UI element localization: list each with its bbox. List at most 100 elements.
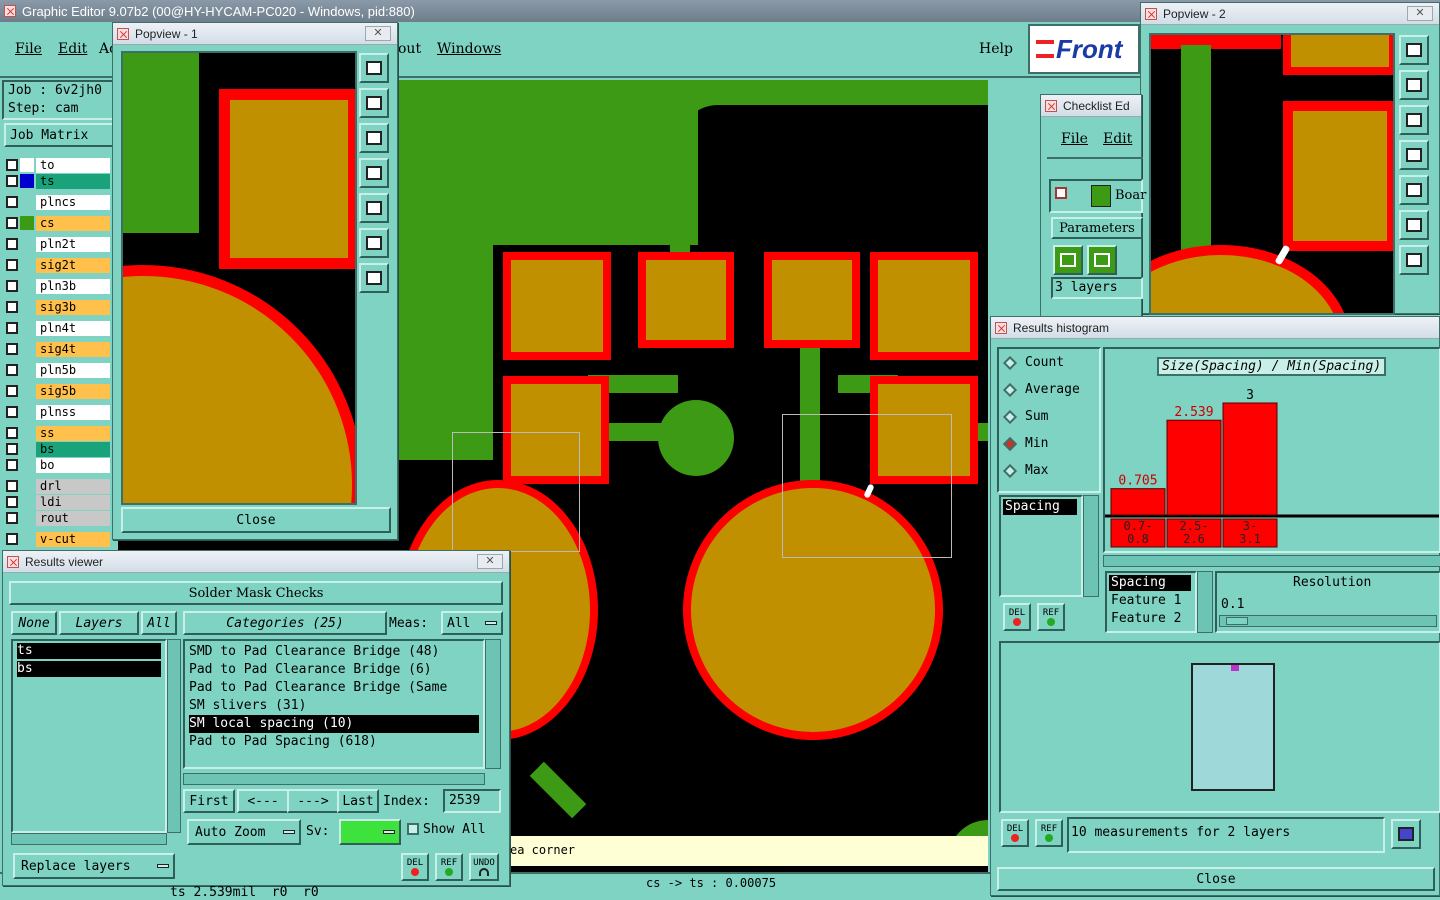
layer-row-pln2t[interactable]: pln2t [6, 236, 110, 252]
layer-name[interactable]: sig2t [36, 257, 110, 273]
layer-name[interactable]: sig4t [36, 341, 110, 357]
layer-result-list[interactable]: ts bs [11, 639, 167, 833]
layer-row-to[interactable]: to [6, 157, 110, 173]
layer-name[interactable]: pln2t [36, 236, 110, 252]
layer-color-swatch[interactable] [20, 495, 34, 509]
layer-color-swatch[interactable] [20, 216, 34, 230]
layer-row-cs[interactable]: cs [6, 215, 110, 231]
category-item[interactable]: Pad to Pad Spacing (618) [189, 733, 479, 751]
undo-button[interactable]: UNDO [469, 853, 499, 881]
layer-row-rout[interactable]: rout [6, 510, 110, 526]
layer-row-pln4t[interactable]: pln4t [6, 320, 110, 336]
result-layer-item[interactable]: bs [17, 661, 161, 677]
layer-result-vscroll[interactable] [167, 639, 181, 833]
layer-color-swatch[interactable] [20, 300, 34, 314]
field-item[interactable]: Feature 2 [1109, 611, 1191, 627]
menu-edit[interactable]: Edit [58, 41, 87, 57]
category-item[interactable]: SM local spacing (10) [189, 715, 479, 733]
filter-none-button[interactable]: None [11, 611, 57, 635]
layer-checkbox[interactable] [6, 322, 18, 334]
layer-name[interactable]: pln3b [36, 278, 110, 294]
layer-row-plnss[interactable]: plnss [6, 404, 110, 420]
layer-checkbox[interactable] [6, 480, 18, 492]
layer-checkbox[interactable] [6, 301, 18, 313]
histogram-bar[interactable] [1166, 419, 1222, 516]
result-layer-item[interactable]: ts [17, 643, 161, 659]
layer-name[interactable]: cs [36, 215, 110, 231]
layer-name[interactable]: pln5b [36, 362, 110, 378]
del-button[interactable]: DEL [401, 853, 429, 881]
popview-tool-3[interactable] [359, 123, 389, 153]
popview-tool-6[interactable] [359, 228, 389, 258]
layer-color-swatch[interactable] [20, 384, 34, 398]
ref-button[interactable]: REF [1037, 603, 1065, 631]
popview-1-close-button[interactable]: Close [121, 507, 391, 533]
layer-color-swatch[interactable] [20, 363, 34, 377]
layer-color-swatch[interactable] [20, 174, 34, 188]
popview-tool-1[interactable] [359, 53, 389, 83]
layer-name[interactable]: bs [36, 441, 110, 457]
mode-radio-sum[interactable]: Sum [1002, 409, 1048, 424]
popview-1-canvas[interactable] [121, 51, 357, 505]
action-icon-2[interactable] [1087, 245, 1117, 275]
layer-checkbox[interactable] [6, 280, 18, 292]
category-vscroll[interactable] [485, 639, 501, 769]
category-item[interactable]: SM slivers (31) [189, 697, 479, 715]
field-item[interactable]: Feature 1 [1109, 593, 1191, 609]
layer-checkbox[interactable] [6, 175, 18, 187]
layer-name[interactable]: plncs [36, 194, 110, 210]
layer-checkbox[interactable] [6, 259, 18, 271]
layer-color-swatch[interactable] [20, 532, 34, 546]
layer-name[interactable]: rout [36, 510, 110, 526]
del-button[interactable]: DEL [1001, 819, 1029, 847]
popview-tool-7[interactable] [359, 263, 389, 293]
layer-row-pln5b[interactable]: pln5b [6, 362, 110, 378]
layer-color-swatch[interactable] [20, 237, 34, 251]
layer-name[interactable]: drl [36, 478, 110, 494]
checklist-parameters-button[interactable]: Parameters [1051, 217, 1143, 239]
ref-button[interactable]: REF [1035, 819, 1063, 847]
layer-color-swatch[interactable] [20, 342, 34, 356]
checklist-menu-edit[interactable]: Edit [1103, 131, 1132, 147]
chart-hscroll[interactable] [1103, 555, 1440, 567]
popview-tool-2[interactable] [1399, 70, 1429, 100]
popview-tool-6[interactable] [1399, 210, 1429, 240]
histogram-close-button[interactable]: Close [997, 867, 1435, 891]
layer-row-v-cut[interactable]: v-cut [6, 531, 110, 547]
mode-radio-max[interactable]: Max [1002, 463, 1048, 478]
popview-2-canvas[interactable] [1149, 33, 1395, 315]
layer-row-plncs[interactable]: plncs [6, 194, 110, 210]
category-item[interactable]: SMD to Pad Clearance Bridge (48) [189, 643, 479, 661]
close-icon[interactable]: ✕ [477, 554, 503, 569]
del-button[interactable]: DEL [1003, 603, 1031, 631]
layer-color-swatch[interactable] [20, 405, 34, 419]
first-button[interactable]: First [183, 789, 235, 813]
menu-windows[interactable]: Windows [437, 41, 501, 57]
layer-result-hscroll[interactable] [11, 833, 167, 845]
popview-tool-3[interactable] [1399, 105, 1429, 135]
layer-color-swatch[interactable] [20, 321, 34, 335]
popview-tool-4[interactable] [359, 158, 389, 188]
layer-checkbox[interactable] [6, 159, 18, 171]
category-item[interactable]: Pad to Pad Clearance Bridge (6) [189, 661, 479, 679]
checklist-menu-file[interactable]: File [1061, 131, 1088, 147]
layer-checkbox[interactable] [6, 217, 18, 229]
layer-name[interactable]: plnss [36, 404, 110, 420]
stat-list-item[interactable]: Spacing [1003, 499, 1077, 515]
mode-radio-count[interactable]: Count [1002, 355, 1064, 370]
layer-row-sig2t[interactable]: sig2t [6, 257, 110, 273]
field-item[interactable]: Spacing [1109, 575, 1191, 591]
layer-color-swatch[interactable] [20, 458, 34, 472]
layer-row-bo[interactable]: bo [6, 457, 110, 473]
layer-row-sig3b[interactable]: sig3b [6, 299, 110, 315]
action-icon-1[interactable] [1053, 245, 1083, 275]
show-all-checkbox[interactable] [407, 823, 419, 835]
field-list[interactable]: Spacing Feature 1 Feature 2 [1105, 571, 1197, 633]
layer-name[interactable]: to [36, 157, 110, 173]
layer-name[interactable]: sig3b [36, 299, 110, 315]
layer-checkbox[interactable] [6, 343, 18, 355]
histogram-bar[interactable] [1110, 488, 1166, 516]
category-hscroll[interactable] [183, 773, 485, 785]
next-button[interactable]: ---> [287, 789, 339, 813]
close-icon[interactable]: ✕ [1407, 6, 1433, 21]
